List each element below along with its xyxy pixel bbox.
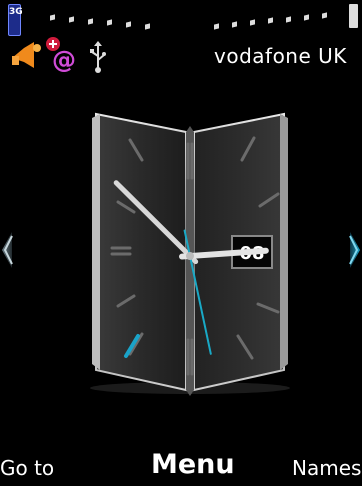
signal-strength-icon xyxy=(28,12,158,30)
hands-pivot xyxy=(186,252,194,260)
right-softkey[interactable]: Names xyxy=(292,456,361,480)
softkey-bar: Go to Menu Names xyxy=(0,440,362,486)
status-bar: 3G @ vodafone UK xyxy=(0,0,362,88)
email-icon: @ xyxy=(46,37,76,74)
chevron-left-icon[interactable] xyxy=(0,230,14,270)
profile-notify-icon xyxy=(12,42,41,68)
battery-level-icon xyxy=(206,12,346,30)
svg-text:@: @ xyxy=(52,46,76,74)
network-type-label: 3G xyxy=(9,7,23,17)
analog-clock: 08 xyxy=(90,112,290,396)
menu-softkey[interactable]: Menu xyxy=(151,449,235,480)
usb-icon xyxy=(90,41,106,73)
chevron-right-icon[interactable] xyxy=(348,230,362,270)
operator-name: vodafone UK xyxy=(214,44,347,68)
battery-icon xyxy=(349,4,358,28)
left-softkey[interactable]: Go to xyxy=(0,456,54,480)
network-type-indicator: 3G xyxy=(8,4,23,36)
